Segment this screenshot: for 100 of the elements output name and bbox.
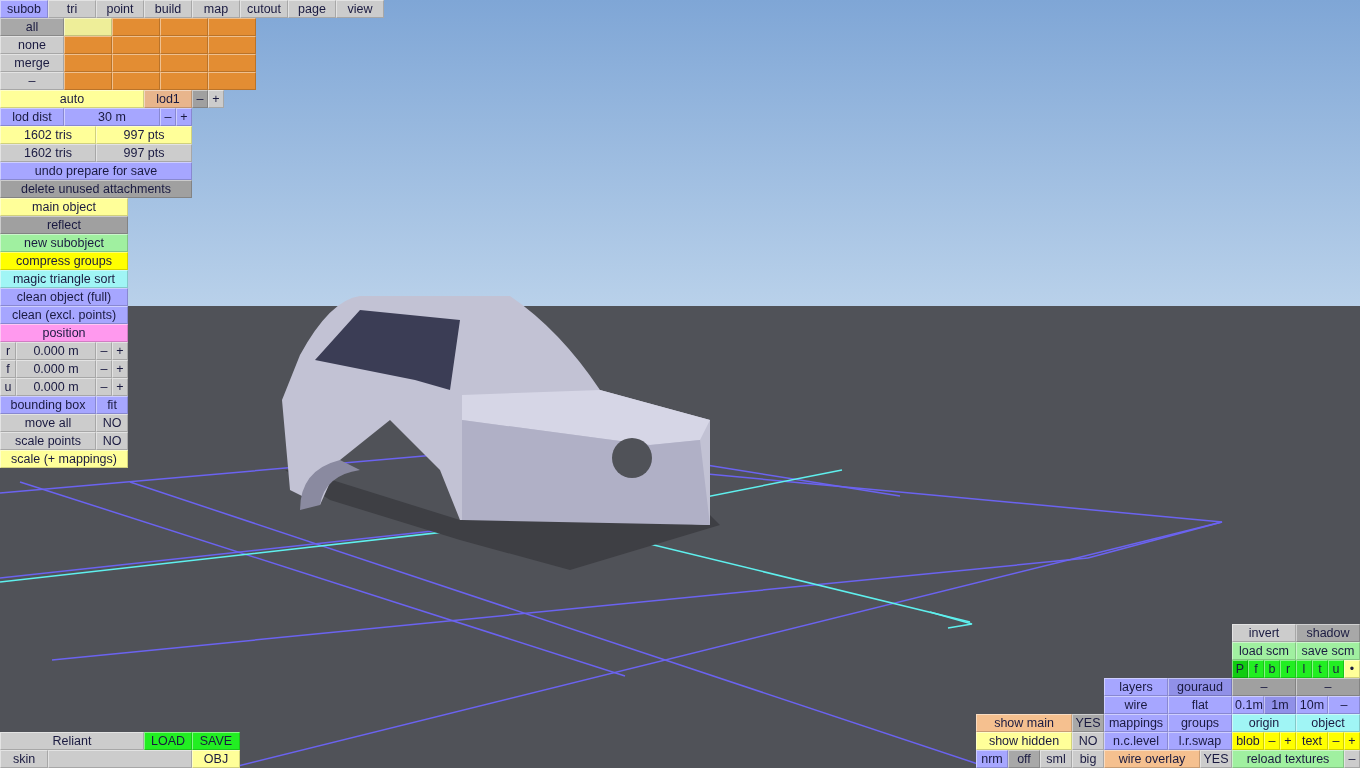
subobject-slot[interactable] — [160, 18, 208, 36]
direction-button[interactable]: P — [1232, 660, 1248, 678]
tool-button[interactable]: groups — [1168, 714, 1232, 732]
tool-button[interactable]: auto — [0, 90, 144, 108]
tool-button[interactable]: sml — [1040, 750, 1072, 768]
tool-button[interactable]: OBJ — [192, 750, 240, 768]
tool-button[interactable]: – — [1232, 678, 1296, 696]
tool-button[interactable]: wire — [1104, 696, 1168, 714]
tool-button[interactable]: – — [1296, 678, 1360, 696]
tool-button[interactable]: 0.1m — [1232, 696, 1264, 714]
tool-button[interactable]: text — [1296, 732, 1328, 750]
tool-button[interactable]: + — [1280, 732, 1296, 750]
tool-button[interactable]: reflect — [0, 216, 128, 234]
tool-button[interactable]: – — [1264, 732, 1280, 750]
tool-button[interactable]: 997 pts — [96, 144, 192, 162]
tool-button[interactable]: LOAD — [144, 732, 192, 750]
tool-button[interactable]: 1m — [1264, 696, 1296, 714]
tool-button[interactable]: + — [112, 360, 128, 378]
tool-button[interactable]: – — [96, 342, 112, 360]
tool-button[interactable]: fit — [96, 396, 128, 414]
tool-button[interactable]: move all — [0, 414, 96, 432]
tab[interactable]: subob — [0, 0, 48, 18]
direction-button[interactable]: b — [1264, 660, 1280, 678]
tab[interactable]: cutout — [240, 0, 288, 18]
subobject-slot[interactable] — [208, 72, 256, 90]
tool-button[interactable]: merge — [0, 54, 64, 72]
direction-button[interactable]: f — [1248, 660, 1264, 678]
tab[interactable]: tri — [48, 0, 96, 18]
subobject-slot[interactable] — [64, 72, 112, 90]
tool-button[interactable]: mappings — [1104, 714, 1168, 732]
subobject-slot[interactable] — [160, 36, 208, 54]
tab[interactable]: point — [96, 0, 144, 18]
tool-button[interactable]: n.c.level — [1104, 732, 1168, 750]
tab[interactable]: page — [288, 0, 336, 18]
tool-button[interactable]: f — [0, 360, 16, 378]
tool-button[interactable]: l.r.swap — [1168, 732, 1232, 750]
tool-button[interactable]: YES — [1200, 750, 1232, 768]
tool-button[interactable]: delete unused attachments — [0, 180, 192, 198]
tool-button[interactable]: invert — [1232, 624, 1296, 642]
tool-button[interactable]: all — [0, 18, 64, 36]
tab[interactable]: view — [336, 0, 384, 18]
tool-button[interactable]: – — [96, 360, 112, 378]
tool-button[interactable]: main object — [0, 198, 128, 216]
tool-button[interactable]: position — [0, 324, 128, 342]
tool-button[interactable]: 1602 tris — [0, 126, 96, 144]
tool-button[interactable]: off — [1008, 750, 1040, 768]
tool-button[interactable]: 30 m — [64, 108, 160, 126]
tool-button[interactable]: 1602 tris — [0, 144, 96, 162]
direction-button[interactable]: r — [1280, 660, 1296, 678]
tool-button[interactable]: YES — [1072, 714, 1104, 732]
tool-button[interactable]: u — [0, 378, 16, 396]
tool-button[interactable]: flat — [1168, 696, 1232, 714]
tool-button[interactable]: nrm — [976, 750, 1008, 768]
tool-button[interactable]: layers — [1104, 678, 1168, 696]
tool-button[interactable]: compress groups — [0, 252, 128, 270]
tool-button[interactable]: wire overlay — [1104, 750, 1200, 768]
tool-button[interactable]: scale (+ mappings) — [0, 450, 128, 468]
tool-button[interactable]: + — [176, 108, 192, 126]
tool-button[interactable]: NO — [96, 432, 128, 450]
tool-button[interactable]: 0.000 m — [16, 360, 96, 378]
subobject-slot[interactable] — [64, 18, 112, 36]
name-field[interactable] — [48, 750, 192, 768]
tool-button[interactable]: none — [0, 36, 64, 54]
subobject-slot[interactable] — [112, 36, 160, 54]
tool-button[interactable]: – — [160, 108, 176, 126]
tool-button[interactable]: magic triangle sort — [0, 270, 128, 288]
tool-button[interactable]: new subobject — [0, 234, 128, 252]
subobject-slot[interactable] — [64, 36, 112, 54]
tool-button[interactable]: big — [1072, 750, 1104, 768]
subobject-slot[interactable] — [112, 72, 160, 90]
tool-button[interactable]: + — [1344, 732, 1360, 750]
tool-button[interactable]: 0.000 m — [16, 378, 96, 396]
subobject-slot[interactable] — [208, 18, 256, 36]
direction-button[interactable]: • — [1344, 660, 1360, 678]
tool-button[interactable]: object — [1296, 714, 1360, 732]
subobject-slot[interactable] — [208, 54, 256, 72]
tool-button[interactable]: skin — [0, 750, 48, 768]
tool-button[interactable]: – — [96, 378, 112, 396]
tool-button[interactable]: blob — [1232, 732, 1264, 750]
tool-button[interactable]: scale points — [0, 432, 96, 450]
tool-button[interactable]: – — [0, 72, 64, 90]
tool-button[interactable]: show main — [976, 714, 1072, 732]
tool-button[interactable]: 0.000 m — [16, 342, 96, 360]
subobject-slot[interactable] — [64, 54, 112, 72]
tool-button[interactable]: 997 pts — [96, 126, 192, 144]
tool-button[interactable]: clean object (full) — [0, 288, 128, 306]
subobject-slot[interactable] — [112, 54, 160, 72]
tool-button[interactable]: NO — [96, 414, 128, 432]
subobject-slot[interactable] — [112, 18, 160, 36]
subobject-slot[interactable] — [160, 54, 208, 72]
tool-button[interactable]: clean (excl. points) — [0, 306, 128, 324]
tool-button[interactable]: lod1 — [144, 90, 192, 108]
tool-button[interactable]: undo prepare for save — [0, 162, 192, 180]
tool-button[interactable]: show hidden — [976, 732, 1072, 750]
tool-button[interactable]: reload textures — [1232, 750, 1344, 768]
tool-button[interactable]: lod dist — [0, 108, 64, 126]
tool-button[interactable]: Reliant — [0, 732, 144, 750]
tool-button[interactable]: + — [112, 378, 128, 396]
direction-button[interactable]: l — [1296, 660, 1312, 678]
tool-button[interactable]: save scm — [1296, 642, 1360, 660]
